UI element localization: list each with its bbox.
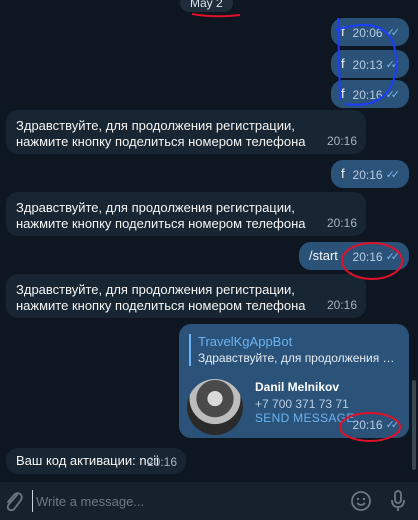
- message-text: Здравствуйте, для продолжения регистраци…: [16, 200, 306, 231]
- double-check-icon: ✓✓: [385, 169, 401, 181]
- message-time: 20:16: [352, 250, 383, 264]
- double-check-icon: ✓✓: [385, 89, 401, 101]
- message-text: Здравствуйте, для продолжения регистраци…: [16, 118, 306, 149]
- send-message-button[interactable]: SEND MESSAGE: [255, 410, 355, 426]
- message-meta: 20:16: [147, 454, 177, 470]
- message-text: /start: [309, 248, 338, 263]
- message-text: f: [341, 56, 345, 71]
- message-time: 20:16: [146, 455, 177, 469]
- red-underline: [191, 13, 241, 18]
- message-time: 20:16: [352, 88, 383, 102]
- paperclip-icon[interactable]: [2, 489, 24, 513]
- message-input-bar: [0, 482, 418, 520]
- message-time: 20:16: [326, 298, 357, 312]
- double-check-icon: ✓✓: [385, 59, 401, 71]
- message-bubble-incoming[interactable]: Здравствуйте, для продолжения регистраци…: [6, 274, 366, 318]
- chat-scrollbar[interactable]: [412, 380, 416, 470]
- message-bubble-outgoing[interactable]: f 20:13 ✓✓: [331, 50, 409, 78]
- message-meta: 20:13 ✓✓: [352, 57, 401, 73]
- message-meta: 20:16 ✓✓: [352, 87, 401, 103]
- reply-quote[interactable]: TravelKgAppBot Здравствуйте, для продолж…: [189, 334, 399, 366]
- message-meta: 20:16 ✓✓: [352, 167, 401, 183]
- microphone-icon[interactable]: [388, 489, 408, 513]
- message-meta: 20:16: [327, 297, 357, 313]
- message-meta: 20:06 ✓✓: [352, 25, 401, 41]
- emoji-icon[interactable]: [350, 490, 372, 512]
- contact-card-message[interactable]: TravelKgAppBot Здравствуйте, для продолж…: [179, 324, 409, 438]
- contact-name: Danil Melnikov: [255, 380, 340, 394]
- message-time: 20:16: [326, 134, 357, 148]
- message-meta: 20:16 ✓✓: [352, 249, 401, 265]
- reply-preview: Здравствуйте, для продолжения ре...: [198, 351, 399, 365]
- message-text: Здравствуйте, для продолжения регистраци…: [16, 282, 306, 313]
- double-check-icon: ✓✓: [385, 251, 401, 263]
- message-time: 20:13: [352, 58, 383, 72]
- message-meta: 20:16: [327, 133, 357, 149]
- double-check-icon: ✓✓: [385, 27, 401, 39]
- contact-avatar[interactable]: [187, 379, 243, 435]
- double-check-icon: ✓✓: [385, 419, 401, 431]
- message-time: 20:16: [326, 216, 357, 230]
- message-meta: 20:16 ✓✓: [352, 417, 401, 433]
- message-bubble-incoming[interactable]: Здравствуйте, для продолжения регистраци…: [6, 110, 366, 154]
- message-bubble-incoming[interactable]: Здравствуйте, для продолжения регистраци…: [6, 192, 366, 236]
- message-time: 20:16: [352, 168, 383, 182]
- date-separator: May 2: [180, 0, 233, 12]
- message-time: 20:16: [352, 418, 383, 432]
- message-text: f: [341, 166, 345, 181]
- message-bubble-outgoing[interactable]: f 20:06 ✓✓: [331, 18, 409, 46]
- message-meta: 20:16: [327, 215, 357, 231]
- message-text: Ваш код активации: ncii: [16, 453, 159, 468]
- message-time: 20:06: [352, 26, 383, 40]
- message-text: f: [341, 86, 345, 101]
- reply-bot-name: TravelKgAppBot: [198, 334, 293, 349]
- message-text: f: [341, 24, 345, 39]
- message-bubble-outgoing[interactable]: f 20:16 ✓✓: [331, 80, 409, 108]
- message-bubble-incoming[interactable]: Ваш код активации: ncii 20:16: [6, 448, 186, 474]
- message-bubble-outgoing[interactable]: f 20:16 ✓✓: [331, 160, 409, 188]
- message-bubble-outgoing[interactable]: /start 20:16 ✓✓: [299, 242, 409, 270]
- message-input[interactable]: [32, 490, 332, 512]
- chat-history: May 2 f 20:06 ✓✓ f 20:13 ✓✓ f 20:16 ✓✓ Здра…: [0, 0, 418, 482]
